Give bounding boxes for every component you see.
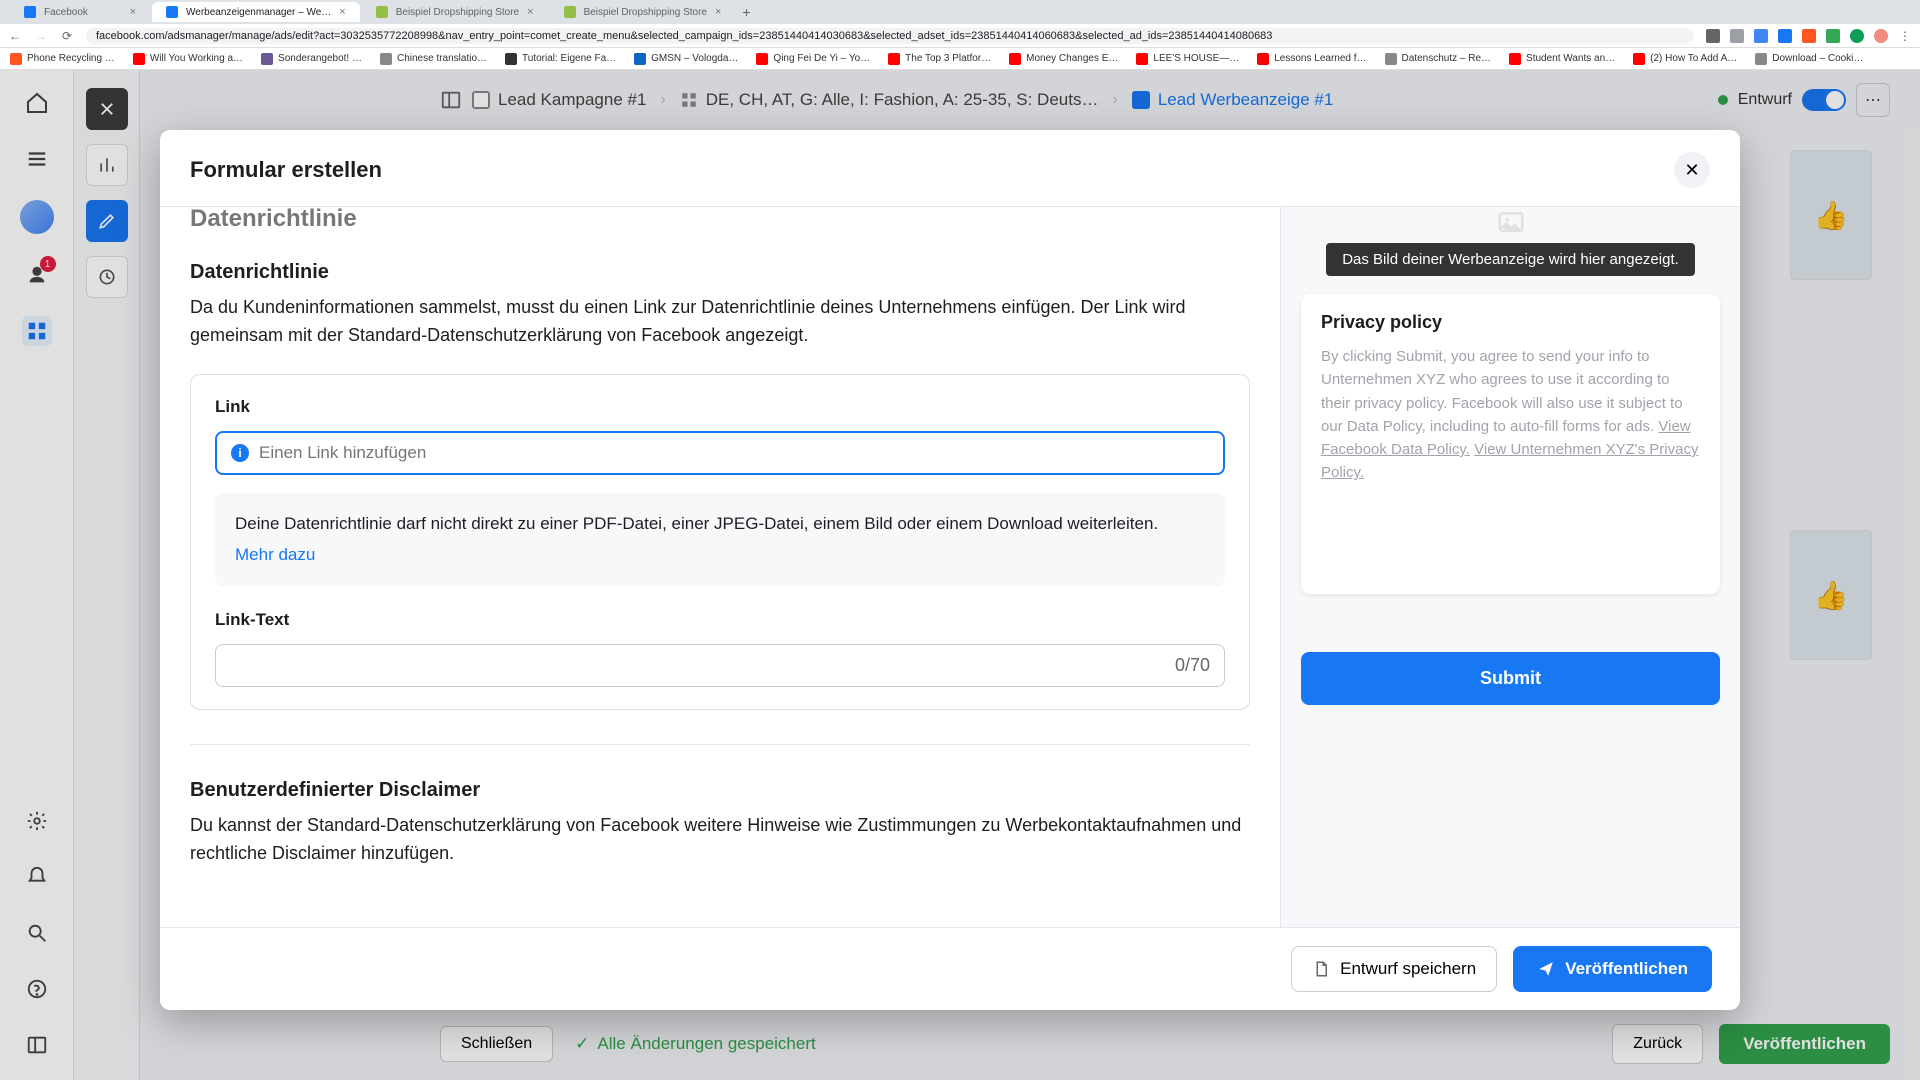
- new-tab-button[interactable]: +: [737, 3, 755, 21]
- bookmark[interactable]: Datenschutz – Re…: [1385, 53, 1492, 65]
- divider: [190, 744, 1250, 745]
- tab-title: Facebook: [44, 7, 88, 18]
- char-counter: 0/70: [1175, 655, 1210, 676]
- browser-tab[interactable]: Werbeanzeigenmanager – We… ×: [152, 2, 360, 22]
- close-icon[interactable]: ×: [130, 6, 136, 18]
- document-icon: [1312, 960, 1330, 978]
- bookmark[interactable]: LEE'S HOUSE—…: [1136, 53, 1239, 65]
- tab-title: Werbeanzeigenmanager – We…: [186, 7, 331, 18]
- bookmark[interactable]: The Top 3 Platfor…: [888, 53, 991, 65]
- info-icon: i: [231, 444, 249, 462]
- menu-icon[interactable]: ⋮: [1898, 29, 1912, 43]
- save-draft-button[interactable]: Entwurf speichern: [1291, 946, 1497, 992]
- bookmark[interactable]: Sonderangebot! …: [261, 53, 362, 65]
- bookmarks-bar: Phone Recycling … Will You Working a… So…: [0, 48, 1920, 70]
- disclaimer-heading: Benutzerdefinierter Disclaimer: [190, 779, 1250, 802]
- extension-icon[interactable]: [1850, 29, 1864, 43]
- modal-close-button[interactable]: ✕: [1674, 152, 1710, 188]
- linktext-input[interactable]: [230, 655, 1175, 675]
- browser-tab[interactable]: Beispiel Dropshipping Store ×: [550, 2, 736, 22]
- preview-image-banner: Das Bild deiner Werbeanzeige wird hier a…: [1326, 243, 1695, 276]
- tab-title: Beispiel Dropshipping Store: [584, 7, 707, 18]
- modal-title: Formular erstellen: [190, 157, 382, 183]
- learn-more-link[interactable]: Mehr dazu: [235, 542, 315, 568]
- linktext-input-container[interactable]: 0/70: [215, 644, 1225, 687]
- extension-icon[interactable]: [1802, 29, 1816, 43]
- preview-privacy-title: Privacy policy: [1321, 312, 1700, 333]
- create-form-modal: Formular erstellen ✕ Datenrichtlinie Dat…: [160, 130, 1740, 1010]
- tab-strip: Facebook × Werbeanzeigenmanager – We… × Be…: [0, 0, 1920, 24]
- extension-icon[interactable]: [1754, 29, 1768, 43]
- forward-icon[interactable]: →: [34, 29, 48, 43]
- image-placeholder-icon: [1491, 207, 1531, 237]
- link-field-label: Link: [215, 397, 1225, 417]
- bookmark[interactable]: Lessons Learned f…: [1257, 53, 1366, 65]
- profile-icon[interactable]: [1874, 29, 1888, 43]
- extension-icon[interactable]: [1706, 29, 1720, 43]
- address-bar: ← → ⟳ facebook.com/adsmanager/manage/ads…: [0, 24, 1920, 48]
- send-icon: [1537, 960, 1555, 978]
- bookmark[interactable]: Download – Cooki…: [1755, 53, 1863, 65]
- preview-privacy-body: By clicking Submit, you agree to send yo…: [1321, 345, 1700, 485]
- preview-submit-button[interactable]: Submit: [1301, 652, 1720, 705]
- bookmark[interactable]: (2) How To Add A…: [1633, 53, 1737, 65]
- disclaimer-description: Du kannst der Standard-Datenschutzerklär…: [190, 812, 1250, 868]
- bookmark[interactable]: GMSN – Vologda…: [634, 53, 738, 65]
- modal-header: Formular erstellen ✕: [160, 130, 1740, 206]
- browser-tab[interactable]: Facebook ×: [10, 2, 150, 22]
- tab-title: Beispiel Dropshipping Store: [396, 7, 519, 18]
- url-field[interactable]: facebook.com/adsmanager/manage/ads/edit?…: [86, 28, 1694, 44]
- extension-icon[interactable]: [1730, 29, 1744, 43]
- browser-tab[interactable]: Beispiel Dropshipping Store ×: [362, 2, 548, 22]
- bookmark[interactable]: Phone Recycling …: [10, 53, 115, 65]
- close-icon[interactable]: ×: [715, 6, 721, 18]
- bookmark[interactable]: Chinese translatio…: [380, 53, 487, 65]
- form-preview-panel: Das Bild deiner Werbeanzeige wird hier a…: [1280, 207, 1740, 927]
- bookmark[interactable]: Tutorial: Eigene Fa…: [505, 53, 616, 65]
- extension-icon[interactable]: [1778, 29, 1792, 43]
- form-editor-panel: Datenrichtlinie Datenrichtlinie Da du Ku…: [160, 207, 1280, 927]
- privacy-link-input[interactable]: [259, 443, 1209, 463]
- close-icon[interactable]: ×: [339, 6, 345, 18]
- privacy-policy-heading: Datenrichtlinie: [190, 261, 1250, 284]
- bookmark[interactable]: Money Changes E…: [1009, 53, 1118, 65]
- close-icon[interactable]: ×: [527, 6, 533, 18]
- browser-chrome: Facebook × Werbeanzeigenmanager – We… × Be…: [0, 0, 1920, 70]
- extension-icons: ⋮: [1706, 29, 1912, 43]
- bookmark[interactable]: Student Wants an…: [1509, 53, 1615, 65]
- link-input-container[interactable]: i: [215, 431, 1225, 475]
- bookmark[interactable]: Will You Working a…: [133, 53, 243, 65]
- link-note: Deine Datenrichtlinie darf nicht direkt …: [215, 493, 1225, 586]
- reload-icon[interactable]: ⟳: [60, 29, 74, 43]
- linktext-field-label: Link-Text: [215, 610, 1225, 630]
- modal-footer: Entwurf speichern Veröffentlichen: [160, 927, 1740, 1010]
- back-icon[interactable]: ←: [8, 29, 22, 43]
- extension-icon[interactable]: [1826, 29, 1840, 43]
- link-card: Link i Deine Datenrichtlinie darf nicht …: [190, 374, 1250, 710]
- preview-card: Privacy policy By clicking Submit, you a…: [1301, 294, 1720, 594]
- bookmark[interactable]: Qing Fei De Yi – Yo…: [756, 53, 870, 65]
- privacy-policy-description: Da du Kundeninformationen sammelst, muss…: [190, 294, 1250, 350]
- publish-form-button[interactable]: Veröffentlichen: [1513, 946, 1712, 992]
- scrolled-section-heading: Datenrichtlinie: [190, 207, 1250, 233]
